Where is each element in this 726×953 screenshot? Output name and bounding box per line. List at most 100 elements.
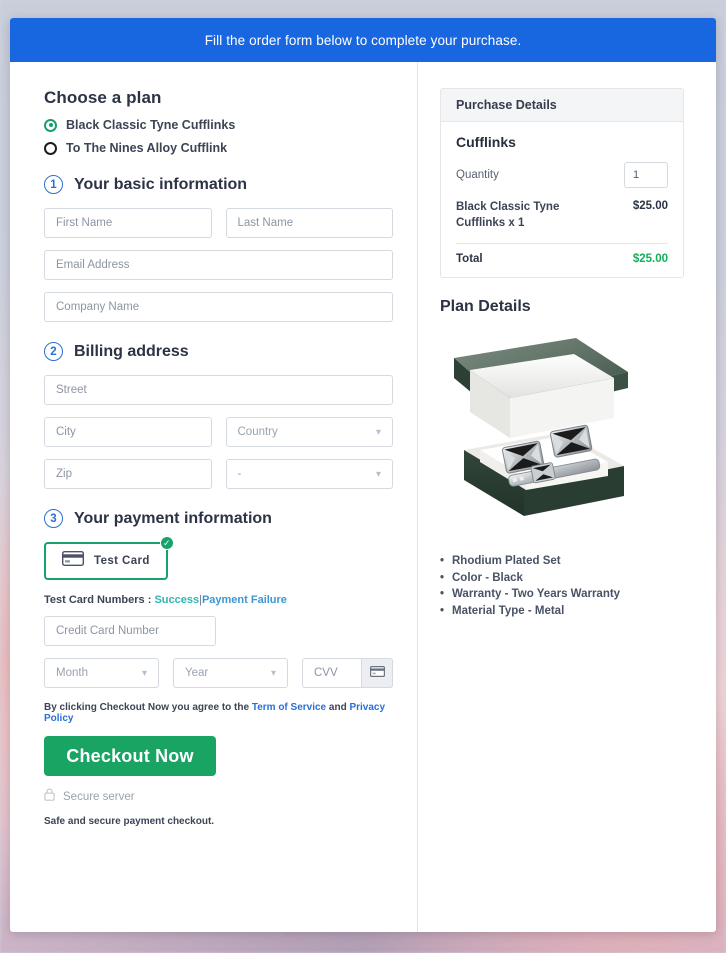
card-number-placeholder: Credit Card Number <box>56 625 159 637</box>
total-row: Total $25.00 <box>456 253 668 265</box>
feature-item: Material Type - Metal <box>440 603 684 620</box>
line-item-amount: $25.00 <box>632 200 668 212</box>
total-divider <box>456 243 668 245</box>
email-placeholder: Email Address <box>56 259 130 271</box>
feature-item: Rhodium Plated Set <box>440 553 684 570</box>
quantity-row: Quantity <box>456 162 668 188</box>
quantity-label: Quantity <box>456 169 499 181</box>
first-name-placeholder: First Name <box>56 217 113 229</box>
instruction-banner: Fill the order form below to complete yo… <box>10 18 716 62</box>
credit-card-icon <box>61 550 85 571</box>
expiry-month-select[interactable]: Month ▾ <box>44 658 159 688</box>
zip-placeholder: Zip <box>56 468 72 480</box>
success-card-link[interactable]: Success <box>154 594 199 606</box>
test-card-numbers-prefix: Test Card Numbers : <box>44 594 152 606</box>
terms-notice: By clicking Checkout Now you agree to th… <box>44 702 393 724</box>
zip-state-row: Zip - ▾ <box>44 459 393 489</box>
choose-plan-heading: Choose a plan <box>44 88 162 107</box>
step-title: Your basic information <box>74 175 248 193</box>
cvv-input[interactable]: CVV <box>302 658 362 688</box>
radio-selected-icon[interactable] <box>44 118 57 132</box>
step-header-payment-information: 3 Your payment information <box>44 509 393 528</box>
purchase-details-header: Purchase Details <box>441 89 683 122</box>
checkout-card: Fill the order form below to complete yo… <box>10 18 716 932</box>
city-country-row: City Country ▾ <box>44 417 393 447</box>
secure-server-row: Secure server <box>44 788 393 806</box>
zip-input[interactable]: Zip <box>44 459 212 489</box>
line-item-description: Black Classic Tyne Cufflinks x 1 <box>456 201 560 229</box>
banner-text: Fill the order form below to complete yo… <box>204 32 522 48</box>
product-features-list: Rhodium Plated Set Color - Black Warrant… <box>440 553 684 620</box>
cvv-group: CVV <box>302 658 393 688</box>
test-card-option[interactable]: Test Card <box>44 542 168 580</box>
chevron-down-icon: ▾ <box>270 667 276 679</box>
last-name-placeholder: Last Name <box>237 217 294 229</box>
checkout-now-button[interactable]: Checkout Now <box>44 736 216 776</box>
credit-card-number-input[interactable]: Credit Card Number <box>44 616 216 646</box>
email-input[interactable]: Email Address <box>44 250 393 280</box>
terms-and: and <box>328 702 347 713</box>
payment-failure-card-link[interactable]: Payment Failure <box>202 594 287 606</box>
plan-option-to-the-nines-alloy[interactable]: To The Nines Alloy Cufflink <box>44 141 393 155</box>
last-name-input[interactable]: Last Name <box>225 208 393 238</box>
step-header-basic-information: 1 Your basic information <box>44 175 393 194</box>
cvv-help-button[interactable] <box>362 658 393 688</box>
test-card-label: Test Card <box>94 555 150 567</box>
plan-option-label: To The Nines Alloy Cufflink <box>66 141 228 155</box>
country-selected-value: Country <box>237 426 278 438</box>
total-label: Total <box>456 253 483 266</box>
card-number-row: Credit Card Number <box>44 616 393 646</box>
state-selected-value: - <box>237 468 242 480</box>
city-input[interactable]: City <box>44 417 212 447</box>
expiry-year-select[interactable]: Year ▾ <box>173 658 288 688</box>
country-select[interactable]: Country ▾ <box>225 417 393 447</box>
check-circle-icon: ✓ <box>159 536 174 550</box>
step-number-badge: 1 <box>44 175 63 194</box>
feature-item: Color - Black <box>440 570 684 587</box>
line-item-row: Black Classic Tyne Cufflinks x 1 $25.00 <box>456 200 668 231</box>
test-card-option-wrapper: Test Card ✓ <box>44 536 174 580</box>
lock-icon <box>44 788 55 806</box>
step-header-billing-address: 2 Billing address <box>44 342 393 361</box>
safe-checkout-note: Safe and secure payment checkout. <box>44 816 215 827</box>
purchase-details-body: Cufflinks Quantity Black Classic Tyne Cu… <box>441 122 683 277</box>
street-row: Street <box>44 375 393 405</box>
street-placeholder: Street <box>56 384 87 396</box>
terms-prefix: By clicking Checkout Now you agree to th… <box>44 702 250 713</box>
chevron-down-icon: ▾ <box>375 468 381 480</box>
quantity-input[interactable] <box>624 162 668 188</box>
month-selected-value: Month <box>56 667 88 679</box>
step-title: Billing address <box>74 342 189 360</box>
year-selected-value: Year <box>185 667 209 679</box>
checkout-body: Choose a plan Black Classic Tyne Cufflin… <box>10 62 716 932</box>
street-input[interactable]: Street <box>44 375 393 405</box>
state-select[interactable]: - ▾ <box>225 459 393 489</box>
company-name-input[interactable]: Company Name <box>44 292 393 322</box>
feature-item: Warranty - Two Years Warranty <box>440 586 684 603</box>
secure-server-label: Secure server <box>63 791 135 803</box>
step-number-badge: 3 <box>44 509 63 528</box>
test-card-numbers-line: Test Card Numbers : Success|Payment Fail… <box>44 594 393 606</box>
first-name-input[interactable]: First Name <box>44 208 212 238</box>
summary-column: Purchase Details Cufflinks Quantity Blac… <box>418 62 716 932</box>
order-form-column: Choose a plan Black Classic Tyne Cufflin… <box>10 62 418 932</box>
plan-option-black-classic-tyne[interactable]: Black Classic Tyne Cufflinks <box>44 118 393 132</box>
step-title: Your payment information <box>74 509 272 527</box>
total-amount: $25.00 <box>632 253 668 266</box>
expiry-cvv-row: Month ▾ Year ▾ CVV <box>44 658 393 688</box>
purchase-details-panel: Purchase Details Cufflinks Quantity Blac… <box>440 88 684 279</box>
step-number-badge: 2 <box>44 342 63 361</box>
credit-card-icon <box>369 664 385 682</box>
term-of-service-link[interactable]: Term of Service <box>252 702 326 713</box>
chevron-down-icon: ▾ <box>141 667 147 679</box>
email-row: Email Address <box>44 250 393 280</box>
radio-unselected-icon[interactable] <box>44 141 57 155</box>
product-name: Cufflinks <box>456 134 516 150</box>
chevron-down-icon: ▾ <box>375 426 381 438</box>
product-image <box>446 330 684 535</box>
city-placeholder: City <box>56 426 76 438</box>
plan-details-heading: Plan Details <box>440 298 531 316</box>
cvv-placeholder: CVV <box>314 667 338 679</box>
name-row: First Name Last Name <box>44 208 393 238</box>
company-row: Company Name <box>44 292 393 322</box>
